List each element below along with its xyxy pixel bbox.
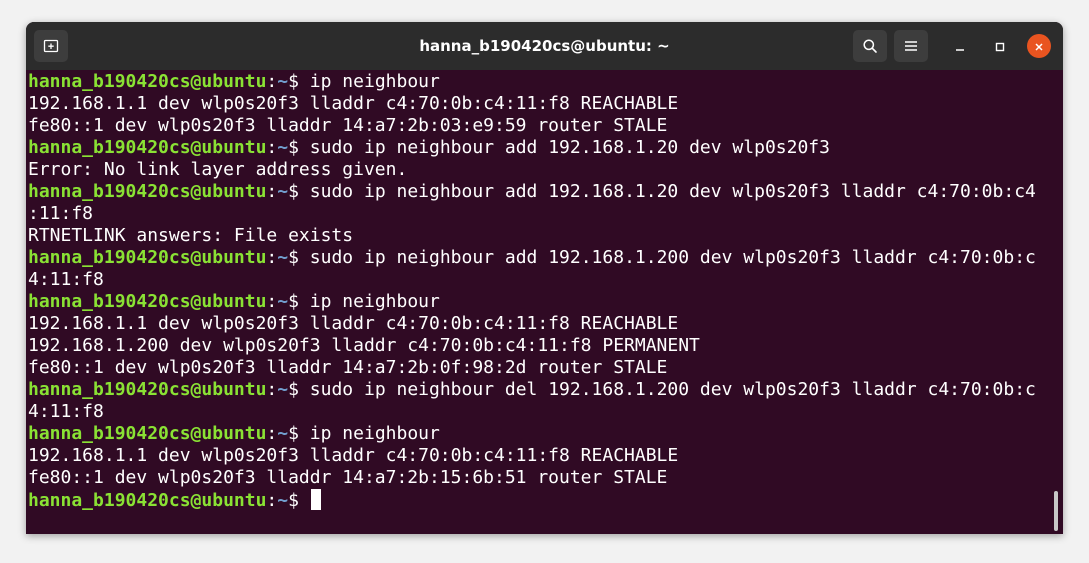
prompt-symbol: $ [288,71,310,92]
prompt-colon: : [266,423,278,444]
output-line: 192.168.1.200 dev wlp0s20f3 lladdr c4:70… [28,335,1036,357]
prompt-path: ~ [277,490,289,511]
prompt-line: hanna_b190420cs@ubuntu:~$ sudo ip neighb… [28,247,1036,269]
prompt-colon: : [266,379,278,400]
output-line: 192.168.1.1 dev wlp0s20f3 lladdr c4:70:0… [28,313,1036,335]
maximize-button[interactable] [988,34,1012,58]
prompt-line: hanna_b190420cs@ubuntu:~$ [28,489,1036,511]
command-text: sudo ip neighbour add 192.168.1.20 dev w… [309,137,830,158]
maximize-icon [995,37,1005,56]
prompt-user-host: hanna_b190420cs@ubuntu [28,181,267,202]
terminal-window: hanna_b190420cs@ubuntu: ~ hanna_b190420c… [26,22,1063,534]
prompt-colon: : [266,71,278,92]
prompt-user-host: hanna_b190420cs@ubuntu [28,247,267,268]
prompt-user-host: hanna_b190420cs@ubuntu [28,291,267,312]
terminal-text: hanna_b190420cs@ubuntu:~$ ip neighbour 19… [28,71,1036,511]
prompt-line: hanna_b190420cs@ubuntu:~$ sudo ip neighb… [28,379,1036,401]
command-text: sudo ip neighbour del 192.168.1.200 dev … [309,379,1036,400]
prompt-colon: : [266,490,278,511]
prompt-colon: : [266,247,278,268]
output-text: Error: No link layer address given. [28,159,408,180]
prompt-symbol: $ [288,291,310,312]
output-line: fe80::1 dev wlp0s20f3 lladdr 14:a7:2b:15… [28,467,1036,489]
output-line: RTNETLINK answers: File exists [28,225,1036,247]
output-text: fe80::1 dev wlp0s20f3 lladdr 14:a7:2b:03… [28,115,668,136]
output-text: 4:11:f8 [28,401,104,422]
output-line: fe80::1 dev wlp0s20f3 lladdr 14:a7:2b:0f… [28,357,1036,379]
output-line: 4:11:f8 [28,401,1036,423]
output-text: 192.168.1.1 dev wlp0s20f3 lladdr c4:70:0… [28,313,679,334]
output-text: fe80::1 dev wlp0s20f3 lladdr 14:a7:2b:15… [28,467,668,488]
prompt-path: ~ [277,247,289,268]
prompt-path: ~ [277,423,289,444]
prompt-user-host: hanna_b190420cs@ubuntu [28,71,267,92]
prompt-symbol: $ [288,137,310,158]
close-button[interactable] [1027,34,1051,58]
prompt-line: hanna_b190420cs@ubuntu:~$ ip neighbour [28,423,1036,445]
prompt-symbol: $ [288,490,310,511]
prompt-path: ~ [277,71,289,92]
prompt-line: hanna_b190420cs@ubuntu:~$ ip neighbour [28,71,1036,93]
prompt-line: hanna_b190420cs@ubuntu:~$ ip neighbour [28,291,1036,313]
minimize-icon [955,37,965,56]
prompt-user-host: hanna_b190420cs@ubuntu [28,423,267,444]
output-line: 192.168.1.1 dev wlp0s20f3 lladdr c4:70:0… [28,445,1036,467]
prompt-path: ~ [277,379,289,400]
close-icon [1034,37,1044,56]
command-text: ip neighbour [309,423,440,444]
prompt-colon: : [266,181,278,202]
title-bar[interactable]: hanna_b190420cs@ubuntu: ~ [26,22,1063,71]
prompt-symbol: $ [288,379,310,400]
command-text: sudo ip neighbour add 192.168.1.200 dev … [309,247,1036,268]
output-line: :11:f8 [28,203,1036,225]
hamburger-menu-icon [904,40,918,52]
prompt-path: ~ [277,137,289,158]
output-text: 192.168.1.200 dev wlp0s20f3 lladdr c4:70… [28,335,700,356]
prompt-colon: : [266,137,278,158]
search-button[interactable] [853,30,887,62]
prompt-path: ~ [277,291,289,312]
output-text: :11:f8 [28,203,94,224]
output-text: fe80::1 dev wlp0s20f3 lladdr 14:a7:2b:0f… [28,357,668,378]
prompt-symbol: $ [288,247,310,268]
output-text: RTNETLINK answers: File exists [28,225,354,246]
terminal-scrollbar[interactable] [1054,491,1058,531]
prompt-path: ~ [277,181,289,202]
output-line: Error: No link layer address given. [28,159,1036,181]
output-text: 4:11:f8 [28,269,104,290]
command-text: ip neighbour [309,71,440,92]
output-line: 4:11:f8 [28,269,1036,291]
prompt-line: hanna_b190420cs@ubuntu:~$ sudo ip neighb… [28,137,1036,159]
prompt-symbol: $ [288,181,310,202]
prompt-user-host: hanna_b190420cs@ubuntu [28,137,267,158]
command-text: sudo ip neighbour add 192.168.1.20 dev w… [309,181,1036,202]
search-icon [862,38,878,54]
output-text: 192.168.1.1 dev wlp0s20f3 lladdr c4:70:0… [28,93,679,114]
command-text: ip neighbour [309,291,440,312]
minimize-button[interactable] [948,34,972,58]
output-text: 192.168.1.1 dev wlp0s20f3 lladdr c4:70:0… [28,445,679,466]
output-line: fe80::1 dev wlp0s20f3 lladdr 14:a7:2b:03… [28,115,1036,137]
prompt-symbol: $ [288,423,310,444]
prompt-colon: : [266,291,278,312]
prompt-user-host: hanna_b190420cs@ubuntu [28,379,267,400]
text-cursor [310,489,321,510]
prompt-line: hanna_b190420cs@ubuntu:~$ sudo ip neighb… [28,181,1036,203]
terminal-output-area[interactable]: hanna_b190420cs@ubuntu:~$ ip neighbour 19… [26,70,1063,534]
prompt-user-host: hanna_b190420cs@ubuntu [28,490,267,511]
menu-button[interactable] [894,30,928,62]
output-line: 192.168.1.1 dev wlp0s20f3 lladdr c4:70:0… [28,93,1036,115]
